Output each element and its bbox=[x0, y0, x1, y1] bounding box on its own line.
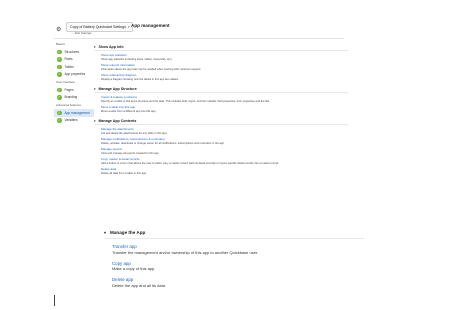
settings-item-description: Information about the app that may be ne… bbox=[101, 67, 202, 71]
settings-item: Show support information Information abou… bbox=[101, 63, 348, 71]
settings-item-description: View and manage all reports created for … bbox=[101, 151, 160, 155]
gear-icon[interactable]: ⚙ bbox=[56, 26, 61, 33]
section-title: Manage App Structure bbox=[98, 86, 137, 91]
app-selector-label: Copy of Battery Quickstart Settings bbox=[70, 25, 126, 29]
chevron-down-icon: ▾ bbox=[94, 44, 96, 49]
divider bbox=[94, 124, 348, 126]
settings-item: Manage reports View and manage all report… bbox=[101, 148, 348, 155]
sidebar-item-app-properties[interactable]: ✓ App properties bbox=[54, 71, 94, 79]
divider bbox=[54, 38, 344, 39]
divider bbox=[104, 238, 364, 239]
chevron-down-icon: ▾ bbox=[94, 86, 96, 91]
settings-item: Show relationship diagram Display a diagr… bbox=[101, 74, 348, 81]
page-title: App management bbox=[131, 23, 170, 28]
tables-icon: ✓ bbox=[57, 64, 62, 69]
pages-icon: ✓ bbox=[57, 87, 62, 92]
transfer-app-description: Transfer the management and/or ownership… bbox=[112, 249, 259, 255]
settings-item: Delete data Delete all data from a table … bbox=[101, 168, 348, 175]
exit-settings-label: Exit Settings bbox=[75, 31, 92, 35]
sidebar-item-label: App management bbox=[64, 110, 90, 115]
sidebar-item-label: App properties bbox=[64, 72, 86, 77]
section-header[interactable]: ▾ Manage App Contents bbox=[94, 118, 348, 123]
sidebar: Basics ✓ Structures ✓ Roles ✓ Tables ✓ App prope… bbox=[54, 40, 94, 124]
roles-icon: ✓ bbox=[57, 57, 62, 62]
variables-icon: ✓ bbox=[57, 118, 62, 123]
copy-app-item: Copy app Make a copy of this app. bbox=[112, 261, 364, 272]
app-management-icon: ✓ bbox=[57, 110, 62, 115]
sidebar-item-label: Roles bbox=[64, 57, 73, 62]
back-arrow-icon: ← bbox=[71, 31, 74, 35]
sidebar-group-label: Advanced features bbox=[56, 103, 82, 107]
text-cursor bbox=[54, 295, 55, 306]
sidebar-item-tables[interactable]: ✓ Tables bbox=[54, 63, 94, 71]
settings-item: Manage file attachments List and delete f… bbox=[101, 127, 348, 135]
settings-item-description: Show app statistics (including sizes, ta… bbox=[101, 57, 173, 61]
settings-section: ▾ Manage App Structure Import & replace a … bbox=[94, 86, 348, 113]
manage-app-section: ▾ Manage the App Transfer app Transfer t… bbox=[104, 229, 364, 294]
sidebar-item-variables[interactable]: ✓ Variables bbox=[54, 117, 94, 125]
settings-item: Copy master & detail records Add a button… bbox=[101, 158, 348, 165]
settings-item: Move a table into this app Move a table f… bbox=[101, 106, 348, 113]
sidebar-group-label: User Interface bbox=[56, 80, 75, 84]
settings-item-description: Delete all data from a table in this app… bbox=[101, 171, 147, 175]
delete-app-description: Delete the app and all its data. bbox=[112, 282, 167, 288]
sidebar-item-label: Pages bbox=[64, 87, 74, 92]
copy-app-description: Make a copy of this app. bbox=[112, 266, 156, 272]
chevron-down-icon: ▾ bbox=[94, 118, 96, 123]
manage-app-section-title: Manage the App bbox=[110, 230, 146, 235]
main-content: ▾ Show App Info Show app statistics Show ap… bbox=[94, 44, 348, 180]
sidebar-item-branding[interactable]: ✓ Branding bbox=[54, 94, 94, 102]
manage-app-section-header[interactable]: ▾ Manage the App bbox=[104, 229, 364, 236]
settings-item-description: Delete, activate, deactivate or change o… bbox=[101, 141, 225, 145]
sidebar-group-label: Basics bbox=[56, 42, 65, 46]
settings-item: Import & replace a schema Specify an a ta… bbox=[101, 95, 348, 103]
settings-item-description: Move a table from a different app into t… bbox=[101, 109, 157, 113]
section-title: Manage App Contents bbox=[98, 118, 137, 123]
settings-item-description: Add a button to a form that allows the u… bbox=[101, 161, 279, 165]
sidebar-item-structures[interactable]: ✓ Structures bbox=[54, 48, 94, 56]
sidebar-item-label: Structures bbox=[64, 49, 80, 54]
chevron-down-icon: ▾ bbox=[104, 230, 107, 235]
section-header[interactable]: ▾ Show App Info bbox=[94, 44, 348, 49]
settings-section: ▾ Show App Info Show app statistics Show ap… bbox=[94, 44, 348, 81]
settings-item-description: List and delete file attachments for any… bbox=[101, 131, 168, 135]
exit-settings-link[interactable]: ←Exit Settings bbox=[71, 31, 92, 36]
delete-app-item: Delete app Delete the app and all its da… bbox=[112, 277, 364, 288]
section-title: Show App Info bbox=[98, 44, 124, 49]
section-header[interactable]: ▾ Manage App Structure bbox=[94, 86, 348, 91]
settings-section: ▾ Manage App Contents Manage file attachme… bbox=[94, 118, 348, 175]
settings-item: Show app statistics Show app statistics (… bbox=[101, 53, 348, 61]
sidebar-item-label: Tables bbox=[64, 64, 74, 69]
sidebar-item-roles[interactable]: ✓ Roles bbox=[54, 56, 94, 64]
divider bbox=[94, 92, 348, 94]
branding-icon: ✓ bbox=[57, 95, 62, 100]
sidebar-item-label: Variables bbox=[64, 118, 78, 123]
sidebar-item-app-management[interactable]: ✓ App management bbox=[54, 109, 94, 117]
sidebar-item-pages[interactable]: ✓ Pages bbox=[54, 86, 94, 94]
divider bbox=[94, 50, 348, 51]
settings-item: Manage notifications, subscriptions & re… bbox=[101, 137, 348, 145]
transfer-app-item: Transfer app Transfer the management and… bbox=[112, 244, 364, 255]
sidebar-item-label: Branding bbox=[64, 95, 78, 100]
chevron-down-icon: ▾ bbox=[127, 25, 130, 29]
structures-icon: ✓ bbox=[57, 49, 62, 54]
app-properties-icon: ✓ bbox=[57, 72, 62, 77]
settings-item-description: Display a diagram showing how the tables… bbox=[101, 77, 179, 81]
settings-item-description: Specify an a table in this app's structu… bbox=[101, 99, 270, 103]
